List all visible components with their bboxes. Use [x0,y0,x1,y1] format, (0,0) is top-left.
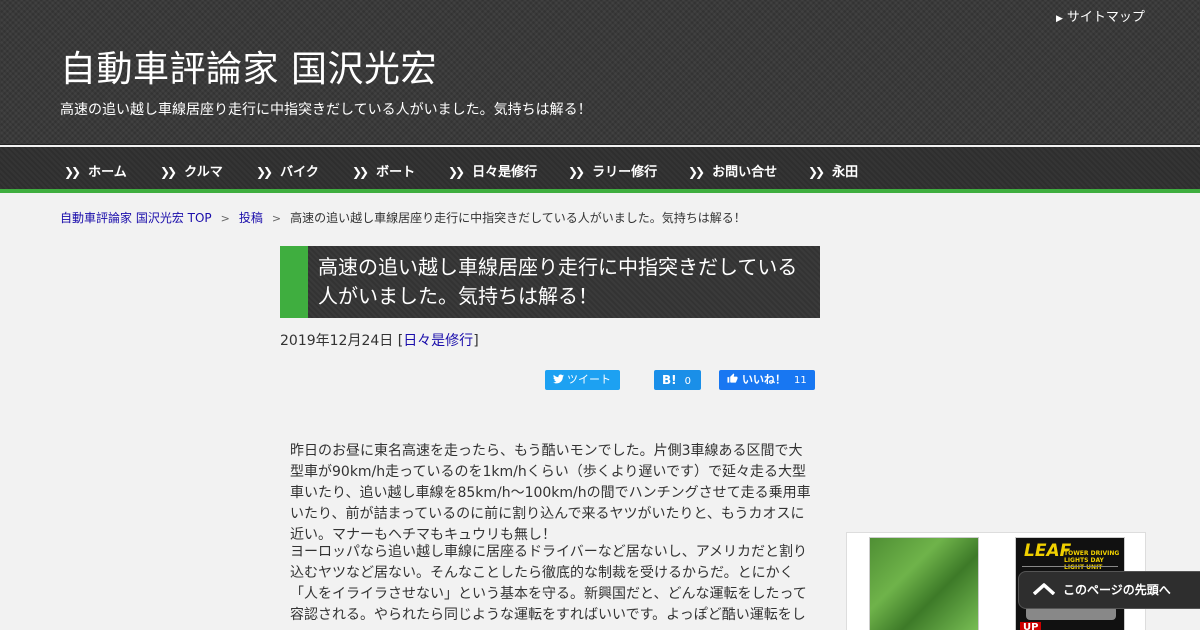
twitter-bird-icon [553,374,564,384]
site-header: ▶ サイトマップ 自動車評論家 国沢光宏 高速の追い越し車線居座り走行に中指突きだ… [0,0,1200,145]
sitemap-link[interactable]: ▶ サイトマップ [1056,6,1145,25]
nav-item-rally-training[interactable]: ❯❯ ラリー修行 [568,161,657,181]
sitemap-label: サイトマップ [1066,9,1145,24]
tweet-button[interactable]: ツイート [545,370,620,390]
hatena-count: 0 [684,376,691,387]
breadcrumb: 自動車評論家 国沢光宏 TOP > 投稿 > 高速の追い越し車線居座り走行に中指突きだし… [60,209,746,227]
nav-item-daily-training[interactable]: ❯❯ 日々是修行 [448,161,537,181]
chevron-up-icon [1033,583,1055,595]
nav-item-contact[interactable]: ❯❯ お問い合せ [688,161,777,181]
nav-item-nagata[interactable]: ❯❯ 永田 [808,161,858,181]
back-to-top-label: このページの先頭へ [1063,583,1171,597]
tweet-label: ツイート [567,373,611,386]
nav-item-boat[interactable]: ❯❯ ボート [352,161,415,181]
chevron-right-icon: > [220,212,230,225]
like-count: 11 [794,375,807,386]
triangle-right-icon: ▶ [1056,13,1063,23]
chevron-right-icon: ❯❯ [256,165,273,179]
breadcrumb-home-link[interactable]: 自動車評論家 国沢光宏 TOP [60,211,212,225]
chevron-right-icon: ❯❯ [448,165,465,179]
facebook-like-button[interactable]: いいね！ 11 [719,370,815,390]
chevron-right-icon: ❯❯ [352,165,369,179]
post-title: 高速の追い越し車線居座り走行に中指突きだしている人がいました。気持ちは解る！ [318,255,798,308]
chevron-right-icon: ❯❯ [64,165,81,179]
chevron-right-icon: > [271,212,282,225]
nav-item-label: 日々是修行 [472,165,538,180]
site-description: 高速の追い越し車線居座り走行に中指突きだしている人がいました。気持ちは解る！ [60,102,592,118]
chevron-right-icon: ❯❯ [160,165,177,179]
category-bracket-close: ] [473,333,479,349]
article-paragraph: ヨーロッパなら追い越し車線に居座るドライバーなど居ないし、アメリカだと割り込むヤ… [290,544,808,623]
article-paragraph: 昨日のお昼に東名高速を走ったら、もう酷いモンでした。片側3車線ある区間で大型車が… [290,443,811,543]
like-label: いいね！ [742,373,786,386]
main-nav: ❯❯ ホーム ❯❯ クルマ ❯❯ バイク ❯❯ ボート ❯❯ 日々是修行 ❯❯ ラリー修行 … [0,147,1200,193]
thumbs-up-icon [727,373,738,383]
ad-thumbnail-green-fence[interactable] [869,537,979,630]
hatena-bookmark-button[interactable]: B! 0 [654,370,701,390]
ad-divider [1022,566,1118,567]
breadcrumb-category-link[interactable]: 投稿 [239,211,263,225]
post-date: 2019年12月24日 [280,333,394,349]
nav-item-label: クルマ [184,165,223,180]
chevron-right-icon: ❯❯ [688,165,705,179]
nav-item-label: ラリー修行 [592,165,658,180]
ad-subtitle: TOWER DRIVING LIGHTS DAY LIGHT UNIT [1064,550,1120,571]
nav-item-bike[interactable]: ❯❯ バイク [256,161,319,181]
nav-item-label: 永田 [832,165,859,180]
nav-item-label: お問い合せ [712,165,778,180]
breadcrumb-current: 高速の追い越し車線居座り走行に中指突きだしている人がいました。気持ちは解る！ [290,211,746,225]
article-body: 昨日のお昼に東名高速を走ったら、もう酷いモンでした。片側3車線ある区間で大型車が… [290,443,812,630]
nav-item-car[interactable]: ❯❯ クルマ [160,161,223,181]
nav-item-label: ボート [376,165,416,180]
post-meta: 2019年12月24日 [日々是修行] [280,330,479,350]
title-accent-bar [280,246,308,318]
chevron-right-icon: ❯❯ [808,165,825,179]
back-to-top-button[interactable]: このページの先頭へ [1018,571,1200,609]
nav-item-label: バイク [280,165,319,180]
chevron-right-icon: ❯❯ [568,165,585,179]
nav-item-home[interactable]: ❯❯ ホーム [64,161,127,181]
nav-item-label: ホーム [88,165,127,180]
site-title[interactable]: 自動車評論家 国沢光宏 [60,40,437,92]
ad-up-badge: UP [1020,622,1042,630]
post-category-link[interactable]: 日々是修行 [403,333,473,349]
hatena-label: B! [662,373,677,387]
post-title-box: 高速の追い越し車線居座り走行に中指突きだしている人がいました。気持ちは解る！ [280,246,820,318]
